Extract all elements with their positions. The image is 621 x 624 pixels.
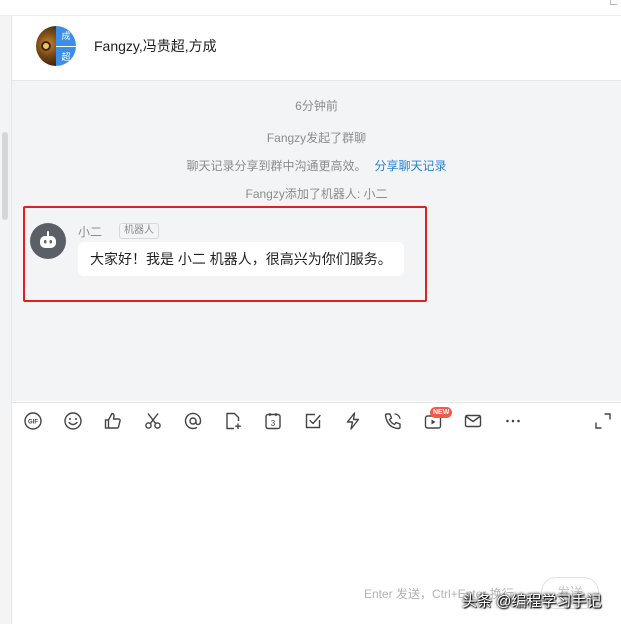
member-avatar-photo — [36, 26, 56, 66]
more-button[interactable] — [503, 411, 523, 431]
lightning-icon — [346, 412, 360, 430]
highlight-annotation-box — [23, 206, 427, 302]
monkey-face-icon — [41, 41, 51, 51]
group-avatar[interactable]: 成 超 — [36, 26, 76, 66]
thumbs-up-icon — [104, 412, 121, 429]
chat-header: 成 超 Fangzy,冯贵超,方成 — [12, 16, 621, 81]
chat-window: 成 超 Fangzy,冯贵超,方成 6分钟前 Fangzy发起了群聊 聊天记录分… — [0, 0, 621, 624]
left-panel-scrollbar-thumb[interactable] — [2, 132, 8, 220]
top-strip — [0, 0, 621, 16]
gif-label: GIF — [28, 420, 38, 426]
at-icon — [184, 412, 202, 430]
quick-action-button[interactable] — [343, 411, 363, 431]
left-panel-scrollbar-track — [0, 16, 12, 624]
member-avatar-initials: 成 超 — [56, 26, 76, 66]
like-button[interactable] — [103, 411, 123, 431]
call-button[interactable] — [383, 411, 403, 431]
doc-add-icon — [226, 412, 241, 430]
calendar-button[interactable]: 3 — [263, 411, 283, 431]
emoji-button[interactable] — [63, 411, 83, 431]
avatar-initial-bottom: 超 — [56, 46, 76, 66]
mention-button[interactable] — [183, 411, 203, 431]
message-timestamp: 6分钟前 — [295, 99, 338, 113]
input-toolbar: GIF 3 NEW — [12, 402, 621, 439]
phone-icon — [384, 413, 401, 430]
task-button[interactable] — [303, 411, 323, 431]
system-message-share: 聊天记录分享到群中沟通更高效。 分享聊天记录 — [12, 157, 621, 174]
window-corner-mark — [610, 0, 617, 5]
gif-icon: GIF — [24, 412, 42, 430]
add-doc-button[interactable] — [223, 411, 243, 431]
calendar-day: 3 — [271, 419, 276, 428]
expand-input-button[interactable] — [593, 411, 613, 431]
calendar-icon: 3 — [265, 413, 281, 430]
more-icon — [506, 419, 520, 423]
checkbox-icon — [305, 413, 321, 429]
expand-icon — [595, 413, 611, 429]
message-list: 6分钟前 Fangzy发起了群聊 聊天记录分享到群中沟通更高效。 分享聊天记录 F… — [12, 81, 621, 401]
mail-button[interactable] — [463, 411, 483, 431]
watermark: 头条 @编程学习手记 — [462, 593, 602, 610]
screenshot-button[interactable] — [143, 411, 163, 431]
avatar-initial-top: 成 — [56, 26, 76, 46]
mail-icon — [464, 414, 482, 428]
system-message-group-created: Fangzy发起了群聊 — [266, 131, 367, 145]
scissors-icon — [145, 413, 161, 429]
gif-button[interactable]: GIF — [23, 411, 43, 431]
system-share-text: 聊天记录分享到群中沟通更高效。 — [186, 159, 367, 173]
emoji-icon — [64, 412, 82, 430]
chat-title[interactable]: Fangzy,冯贵超,方成 — [94, 36, 217, 56]
new-badge: NEW — [430, 407, 453, 418]
share-chat-history-link[interactable]: 分享聊天记录 — [375, 159, 447, 173]
system-message-bot-added: Fangzy添加了机器人: 小二 — [245, 187, 388, 201]
